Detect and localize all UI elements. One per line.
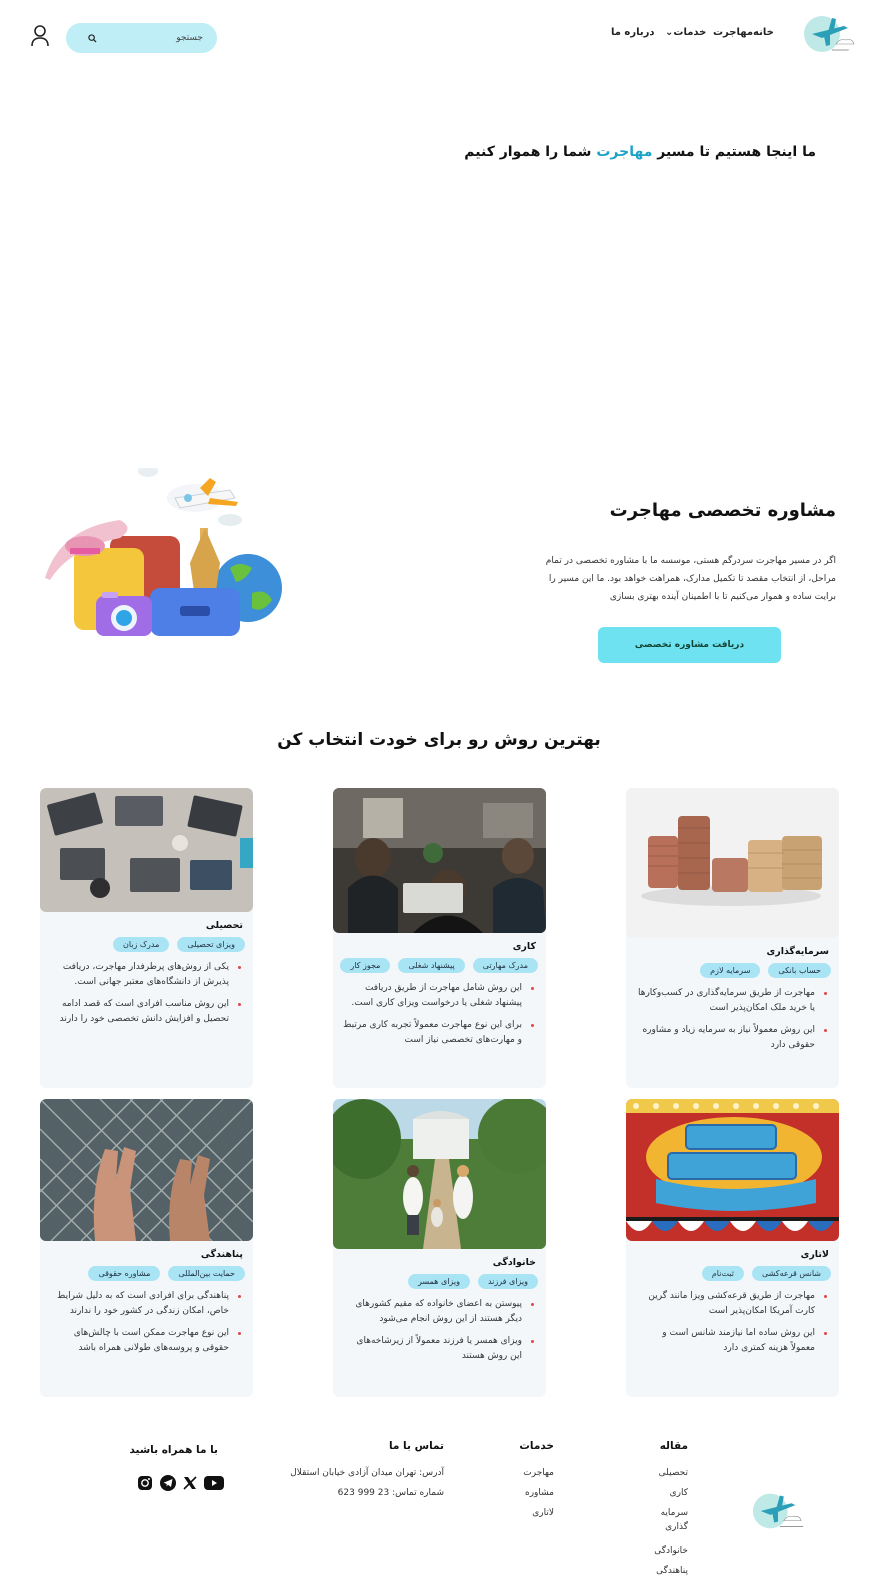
card-tags: حمایت بین‌المللی مشاوره حقوقی xyxy=(40,1266,253,1281)
footer-link[interactable]: کاری xyxy=(670,1486,688,1500)
telegram-icon[interactable] xyxy=(160,1475,176,1491)
bullet: این نوع مهاجرت ممکن است با چالش‌های حقوق… xyxy=(50,1326,241,1356)
bullet: مهاجرت از طریق سرمایه‌گذاری در کسب‌وکاره… xyxy=(636,986,827,1016)
bullet: ویزای همسر یا فرزند معمولاً از زیرشاخه‌ه… xyxy=(343,1334,534,1364)
card-bullets: یکی از روش‌های پرطرفدار مهاجرت، دریافت پ… xyxy=(40,960,253,1027)
card-bullets: مهاجرت از طریق قرعه‌کشی ویزا مانند گرین … xyxy=(626,1289,839,1356)
search-box[interactable] xyxy=(66,23,217,53)
instagram-icon[interactable] xyxy=(137,1475,153,1491)
consult-title: مشاوره تخصصی مهاجرت xyxy=(609,500,836,521)
search-input[interactable] xyxy=(103,33,203,43)
method-card-work[interactable]: کاری مدرک مهارتی پیشنهاد شغلی مجوز کار ا… xyxy=(333,788,546,1088)
tag: مدرک مهارتی xyxy=(472,958,538,973)
bullet: برای این نوع مهاجرت معمولاً تجربه کاری م… xyxy=(343,1018,534,1048)
coins-image xyxy=(626,788,839,938)
consult-text: اگر در مسیر مهاجرت سردرگم هستی، موسسه ما… xyxy=(545,556,836,602)
site-header: خانه مهاجرت ⌄خدمات درباره ما xyxy=(0,0,878,68)
footer-link[interactable]: تحصیلی xyxy=(659,1466,688,1480)
card-tags: شانس قرعه‌کشی ثبت‌نام xyxy=(626,1266,839,1281)
footer-link[interactable]: پناهندگی xyxy=(656,1564,688,1578)
youtube-icon[interactable] xyxy=(204,1475,224,1491)
user-icon[interactable] xyxy=(29,24,51,48)
card-tags: حساب بانکی سرمایه لازم xyxy=(626,963,839,978)
tag: ویزای فرزند xyxy=(477,1274,538,1289)
tag: مشاوره حقوقی xyxy=(88,1266,161,1281)
footer-address: آدرس: تهران میدان آزادی خیابان استقلال xyxy=(290,1468,444,1478)
card-title: خانوادگی xyxy=(492,1257,536,1268)
bullet: مهاجرت از طریق قرعه‌کشی ویزا مانند گرین … xyxy=(636,1289,827,1319)
method-card-education[interactable]: تحصیلی ویزای تحصیلی مدرک زبان یکی از روش… xyxy=(40,788,253,1088)
footer-logo-icon[interactable] xyxy=(751,1487,805,1533)
footer-phone: شماره تماس: 23 999 623 xyxy=(337,1488,444,1498)
nav-services-label: خدمات xyxy=(673,27,707,38)
hero-title: ما اینجا هستیم تا مسیر مهاجرت شما را همو… xyxy=(464,144,816,160)
search-icon xyxy=(88,33,97,43)
tag: حمایت بین‌المللی xyxy=(168,1266,245,1281)
footer-social-title: با ما همراه باشید xyxy=(129,1444,218,1456)
method-card-investment[interactable]: سرمایه‌گذاری حساب بانکی سرمایه لازم مهاج… xyxy=(626,788,839,1088)
fence-hands-image xyxy=(40,1099,253,1241)
nav-services[interactable]: ⌄خدمات xyxy=(663,27,706,38)
card-title: سرمایه‌گذاری xyxy=(766,946,829,957)
hero-title-suffix: شما را هموار کنیم xyxy=(464,144,597,160)
card-bullets: پیوستن به اعضای خانواده که مقیم کشورهای … xyxy=(333,1297,546,1364)
card-title: پناهندگی xyxy=(200,1249,243,1260)
footer-link[interactable]: سرمایه گذاری xyxy=(648,1506,688,1534)
footer-articles-title: مقاله xyxy=(659,1440,688,1452)
method-card-lottery[interactable]: لاتاری شانس قرعه‌کشی ثبت‌نام مهاجرت از ط… xyxy=(626,1099,839,1397)
hero-title-highlight: مهاجرت xyxy=(596,144,653,160)
bullet: این روش شامل مهاجرت از طریق دریافت پیشنه… xyxy=(343,981,534,1011)
bullet: این روش معمولاً نیاز به سرمایه زیاد و مش… xyxy=(636,1023,827,1053)
tag: ثبت‌نام xyxy=(701,1266,744,1281)
card-tags: مدرک مهارتی پیشنهاد شغلی مجوز کار xyxy=(333,958,546,973)
card-bullets: پناهندگی برای افرادی است که به دلیل شرای… xyxy=(40,1289,253,1356)
tag: مدرک زبان xyxy=(112,937,170,952)
nav-about[interactable]: درباره ما xyxy=(611,27,655,38)
card-bullets: مهاجرت از طریق سرمایه‌گذاری در کسب‌وکاره… xyxy=(626,986,839,1053)
hero-title-prefix: ما اینجا هستیم تا مسیر xyxy=(652,144,816,160)
bullet: این روش مناسب افرادی است که قصد ادامه تح… xyxy=(50,997,241,1027)
methods-title: بهترین روش رو برای خودت انتخاب کن xyxy=(277,730,601,750)
footer-link[interactable]: لاتاری xyxy=(532,1506,554,1520)
nav-home[interactable]: خانه xyxy=(753,27,774,38)
bullet: یکی از روش‌های پرطرفدار مهاجرت، دریافت پ… xyxy=(50,960,241,990)
logo-icon[interactable] xyxy=(802,10,858,56)
consult-button[interactable]: دریافت مشاوره تخصصی xyxy=(598,627,781,663)
method-card-family[interactable]: خانوادگی ویزای فرزند ویزای همسر پیوستن ب… xyxy=(333,1099,546,1397)
tag: سرمایه لازم xyxy=(700,963,761,978)
tag: شانس قرعه‌کشی xyxy=(751,1266,831,1281)
method-card-asylum[interactable]: پناهندگی حمایت بین‌المللی مشاوره حقوقی پ… xyxy=(40,1099,253,1397)
bullet: این روش ساده اما نیازمند شانس است و معمو… xyxy=(636,1326,827,1356)
bullet: پناهندگی برای افرادی است که به دلیل شرای… xyxy=(50,1289,241,1319)
footer-contact-title: تماس با ما xyxy=(388,1440,444,1452)
laptops-image xyxy=(40,788,253,912)
card-title: کاری xyxy=(512,941,536,952)
tag: ویزای همسر xyxy=(408,1274,470,1289)
footer-services-title: خدمات xyxy=(519,1440,554,1452)
bullet: پیوستن به اعضای خانواده که مقیم کشورهای … xyxy=(343,1297,534,1327)
nav-immigration[interactable]: مهاجرت xyxy=(713,27,753,38)
family-image xyxy=(333,1099,546,1249)
office-image xyxy=(333,788,546,933)
footer-link[interactable]: مهاجرت xyxy=(523,1466,554,1480)
footer-link[interactable]: مشاوره xyxy=(525,1486,554,1500)
tag: حساب بانکی xyxy=(768,963,831,978)
card-title: لاتاری xyxy=(800,1249,829,1260)
card-tags: ویزای تحصیلی مدرک زبان xyxy=(40,937,253,952)
tag: مجوز کار xyxy=(340,958,391,973)
card-tags: ویزای فرزند ویزای همسر xyxy=(333,1274,546,1289)
tag: ویزای تحصیلی xyxy=(177,937,245,952)
travel-illustration xyxy=(45,468,282,636)
card-title: تحصیلی xyxy=(205,920,243,931)
footer-link[interactable]: خانوادگی xyxy=(654,1544,688,1558)
win-prizes-image xyxy=(626,1099,839,1241)
card-bullets: این روش شامل مهاجرت از طریق دریافت پیشنه… xyxy=(333,981,546,1048)
x-icon[interactable] xyxy=(182,1475,198,1491)
tag: پیشنهاد شغلی xyxy=(398,958,465,973)
